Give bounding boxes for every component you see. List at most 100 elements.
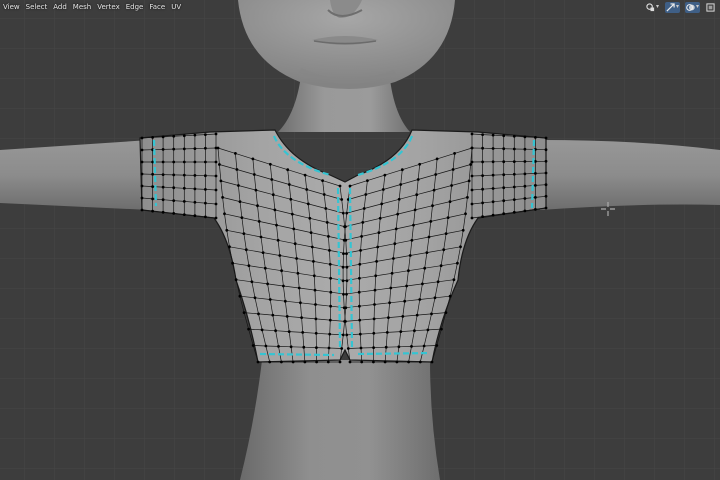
mesh-vertex: [401, 315, 405, 318]
mesh-vertex: [313, 288, 317, 292]
mesh-vertex: [182, 173, 186, 177]
mesh-vertex: [257, 312, 260, 316]
mesh-vertex: [182, 186, 186, 190]
mesh-vertex: [161, 185, 165, 189]
mesh-vertex: [287, 330, 291, 333]
xray-toggle-button[interactable]: [705, 2, 716, 13]
view-object-types-button[interactable]: ▾: [645, 2, 660, 13]
mesh-vertex: [444, 311, 448, 314]
mesh-vertex: [140, 196, 144, 200]
mesh-vertex: [296, 271, 300, 275]
menu-view[interactable]: View: [0, 1, 23, 13]
mesh-vertex: [342, 306, 346, 310]
mesh-vertex: [251, 157, 255, 161]
mesh-vertex: [377, 231, 381, 235]
mesh-vertex: [161, 210, 165, 214]
overlays-button[interactable]: ▾: [684, 1, 700, 13]
menu-add[interactable]: Add: [50, 1, 70, 13]
viewport-scene[interactable]: [0, 0, 720, 480]
mesh-vertex: [204, 201, 207, 205]
mesh-vertex: [491, 213, 495, 217]
mesh-vertex: [182, 160, 186, 164]
menu-select[interactable]: Select: [23, 1, 51, 13]
right-arm[interactable]: [540, 140, 720, 210]
mesh-vertex: [358, 304, 361, 308]
header-menu: View Select Add Mesh Vertex Edge Face UV: [0, 1, 184, 13]
mesh-vertex: [399, 183, 403, 186]
mesh-vertex: [237, 184, 240, 187]
mesh-vertex: [270, 178, 274, 181]
mesh-vertex: [328, 318, 332, 322]
mesh-vertex: [251, 344, 255, 347]
mesh-vertex: [172, 199, 176, 203]
mesh-vertex: [412, 223, 415, 227]
mesh-vertex: [285, 315, 289, 318]
mesh-vertex: [523, 184, 527, 188]
mesh-vertex: [512, 210, 516, 214]
mesh-vertex: [534, 208, 537, 211]
mesh-vertex: [544, 148, 548, 152]
mesh-vertex: [140, 184, 144, 188]
menu-uv[interactable]: UV: [168, 1, 184, 13]
mesh-vertex: [360, 360, 364, 364]
mesh-vertex: [392, 257, 395, 260]
mesh-vertex: [328, 249, 331, 252]
mesh-vertex: [461, 228, 465, 232]
mesh-vertex: [328, 332, 332, 336]
mesh-vertex: [221, 196, 225, 199]
mesh-vertex: [544, 136, 548, 140]
mesh-vertex: [235, 168, 239, 171]
mesh-vertex: [544, 159, 548, 163]
mesh-vertex: [426, 328, 430, 332]
menu-edge[interactable]: Edge: [123, 1, 147, 13]
mesh-vertex: [383, 173, 387, 177]
mesh-vertex: [345, 292, 348, 296]
mesh-vertex: [327, 346, 331, 350]
mesh-vertex: [290, 212, 294, 216]
mesh-vertex: [359, 249, 362, 252]
menu-vertex[interactable]: Vertex: [94, 1, 123, 13]
mesh-vertex: [502, 147, 506, 151]
mesh-vertex: [534, 172, 537, 175]
mesh-vertex: [315, 360, 318, 364]
mesh-vertex: [287, 183, 291, 186]
mesh-vertex: [394, 227, 398, 231]
gizmo-toggle-button[interactable]: ▾: [664, 1, 680, 13]
mesh-vertex: [442, 248, 446, 252]
mesh-vertex: [289, 197, 293, 201]
waist[interactable]: [240, 360, 440, 480]
mesh-vertex: [182, 200, 186, 203]
mesh-vertex: [283, 299, 287, 303]
mesh-vertex: [256, 360, 260, 364]
mesh-vertex: [286, 168, 290, 172]
mesh-vertex: [223, 212, 226, 216]
mesh-vertex: [214, 174, 218, 178]
mesh-vertex: [182, 134, 186, 138]
mesh-vertex: [340, 198, 344, 201]
mesh-vertex: [491, 133, 495, 137]
mesh-vertex: [415, 313, 419, 317]
mesh-vertex: [410, 238, 414, 242]
3d-viewport[interactable]: View Select Add Mesh Vertex Edge Face UV…: [0, 0, 720, 480]
mesh-vertex: [252, 173, 256, 176]
mesh-vertex: [448, 200, 452, 204]
mesh-vertex: [430, 360, 434, 364]
mesh-vertex: [282, 284, 285, 288]
mesh-vertex: [418, 360, 422, 364]
mesh-vertex: [204, 174, 207, 178]
mesh-vertex: [491, 200, 495, 204]
overlays-icon: [686, 3, 695, 11]
mesh-vertex: [314, 303, 317, 306]
mesh-vertex: [231, 261, 235, 265]
mesh-vertex: [432, 188, 436, 192]
mesh-vertex: [357, 290, 361, 294]
mesh-vertex: [342, 292, 345, 296]
mesh-vertex: [358, 276, 361, 280]
mesh-vertex: [400, 168, 404, 172]
menu-mesh[interactable]: Mesh: [70, 1, 94, 13]
left-arm[interactable]: [0, 140, 150, 210]
mesh-vertex: [502, 212, 506, 216]
mesh-vertex: [502, 186, 506, 190]
mesh-vertex: [448, 294, 452, 298]
menu-face[interactable]: Face: [146, 1, 168, 13]
